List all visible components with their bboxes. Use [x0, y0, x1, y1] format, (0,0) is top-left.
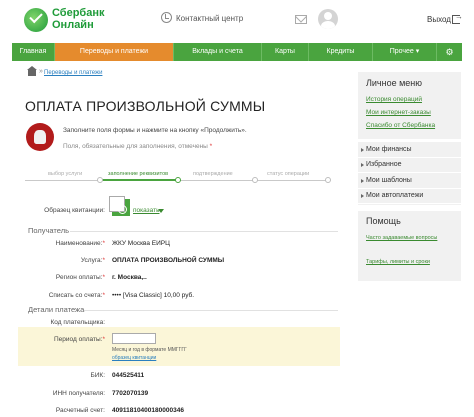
- service-label-text: Услуга:: [80, 257, 103, 264]
- step-fill-details: заполнение реквизитов: [108, 171, 169, 177]
- instruction-text: Заполните поля формы и нажмите на кнопку…: [63, 127, 247, 134]
- sidebar-item-label: Мои шаблоны: [366, 177, 412, 184]
- debit-account-label-text: Списать со счета:: [48, 292, 103, 299]
- step-dot-3: [252, 177, 258, 183]
- required-star: *: [102, 274, 105, 281]
- account-value: 40911810400180000346: [112, 407, 184, 414]
- chevron-down-icon[interactable]: [158, 209, 164, 213]
- page: Сбербанк Онлайн Контактный центр Выход Г…: [0, 0, 474, 417]
- recipient-section-title: Получатель: [28, 226, 69, 235]
- nav-cards[interactable]: Карты: [262, 43, 309, 61]
- moscow-emblem-icon: [26, 123, 54, 151]
- details-section-title: Детали платежа: [28, 305, 85, 314]
- step-dot-1: [97, 177, 103, 183]
- internet-orders-link[interactable]: Мои интернет-заказы: [366, 109, 431, 116]
- exit-link[interactable]: Выход: [427, 15, 451, 24]
- step-dot-2: [175, 177, 181, 183]
- sidebar-item-label: Мои автоплатежи: [366, 192, 424, 199]
- sidebar-item-templates[interactable]: Мои шаблоны: [358, 174, 461, 189]
- service-value: ОПЛАТА ПРОИЗВОЛЬНОЙ СУММЫ: [112, 257, 225, 264]
- personal-menu-title: Личное меню: [366, 78, 423, 88]
- spasibo-link[interactable]: Спасибо от Сбербанка: [366, 122, 435, 129]
- triangle-right-icon: [361, 148, 364, 152]
- triangle-right-icon: [361, 163, 364, 167]
- settings-gear-icon[interactable]: ⚙: [437, 43, 462, 61]
- home-icon[interactable]: [27, 66, 37, 76]
- triangle-right-icon: [361, 179, 364, 183]
- page-title: ОПЛАТА ПРОИЗВОЛЬНОЙ СУММЫ: [25, 98, 266, 114]
- required-star: *: [102, 336, 105, 343]
- payer-code-label: Код плательщика:: [50, 319, 105, 326]
- period-label-text: Период оплаты:: [54, 336, 103, 343]
- logo-text[interactable]: Сбербанк Онлайн: [52, 7, 105, 31]
- mail-icon[interactable]: [295, 15, 307, 24]
- region-value[interactable]: г. Москва,..: [112, 274, 147, 281]
- sidebar-item-label: Мои финансы: [366, 146, 412, 153]
- triangle-right-icon: [361, 194, 364, 198]
- required-note: Поля, обязательные для заполнения, отмеч…: [63, 143, 212, 150]
- recipient-name-value: ЖКУ Москва ЕИРЦ: [112, 240, 170, 247]
- nav-home[interactable]: Главная: [12, 43, 55, 61]
- debit-account-value[interactable]: •••• [Visa Classic] 10,00 руб.: [112, 292, 194, 299]
- breadcrumb-separator: »: [39, 68, 43, 75]
- nav-transfers[interactable]: Переводы и платежи: [55, 43, 174, 61]
- step-confirm: подтверждение: [193, 171, 233, 177]
- sidebar-item-favorites[interactable]: Избранное: [358, 158, 461, 173]
- period-sample-link[interactable]: образец квитанции: [112, 355, 156, 361]
- phone-icon: [161, 12, 172, 23]
- step-dot-4: [325, 177, 331, 183]
- recipient-name-label: Наименование:*: [20, 240, 105, 247]
- required-note-text: Поля, обязательные для заполнения, отмеч…: [63, 143, 208, 150]
- account-label: Расчетный счет:: [55, 407, 105, 414]
- nav-credits[interactable]: Кредиты: [309, 43, 373, 61]
- step-status: статус операции: [267, 171, 310, 177]
- sidebar-item-finances[interactable]: Мои финансы: [358, 143, 461, 158]
- required-star: *: [102, 240, 105, 247]
- receipt-magnifier-icon[interactable]: [109, 196, 130, 216]
- show-receipt-link[interactable]: показать: [133, 207, 159, 214]
- main-nav: Главная Переводы и платежи Вклады и счет…: [12, 43, 462, 61]
- period-label: Период оплаты:*: [20, 336, 105, 343]
- tariffs-link[interactable]: Тарифы, лимиты и сроки: [366, 259, 436, 266]
- service-label: Услуга:*: [20, 257, 105, 264]
- sidebar-item-label: Избранное: [366, 161, 402, 168]
- required-star: *: [102, 292, 105, 299]
- faq-link[interactable]: Часто задаваемые вопросы: [366, 235, 446, 242]
- period-hint: Месяц и год в формате ММГГГГ: [112, 347, 187, 353]
- header: Сбербанк Онлайн Контактный центр Выход: [0, 0, 474, 40]
- required-star: *: [209, 143, 213, 150]
- sidebar-item-autopayments[interactable]: Мои автоплатежи: [358, 189, 461, 204]
- period-input[interactable]: [112, 333, 156, 344]
- logo-line2: Онлайн: [52, 19, 94, 31]
- bik-value: 044525411: [112, 372, 145, 379]
- debit-account-label: Списать со счета:*: [20, 292, 105, 299]
- nav-deposits[interactable]: Вклады и счета: [174, 43, 262, 61]
- nav-other[interactable]: Прочее ▾: [373, 43, 437, 61]
- step-select-service: выбор услуги: [48, 171, 83, 177]
- section-divider: [84, 310, 338, 311]
- receipt-sample-label: Образец квитанции:: [44, 207, 105, 214]
- avatar[interactable]: [318, 9, 338, 29]
- logo-line1: Сбербанк: [52, 7, 105, 19]
- exit-icon[interactable]: [452, 12, 463, 24]
- history-link[interactable]: История операций: [366, 96, 422, 103]
- section-divider: [70, 231, 338, 232]
- breadcrumb-transfers[interactable]: Переводы и платежи: [44, 70, 102, 76]
- progress-active-segment: [100, 179, 178, 181]
- inn-label: ИНН получателя:: [52, 390, 105, 397]
- region-label: Регион оплаты:*: [20, 274, 105, 281]
- region-label-text: Регион оплаты:: [55, 274, 103, 281]
- required-star: *: [102, 257, 105, 264]
- recipient-name-label-text: Наименование:: [55, 240, 103, 247]
- contact-center-link[interactable]: Контактный центр: [176, 14, 243, 23]
- inn-value: 7702070139: [112, 390, 149, 397]
- help-title: Помощь: [366, 216, 401, 226]
- bik-label: БИК:: [90, 372, 105, 379]
